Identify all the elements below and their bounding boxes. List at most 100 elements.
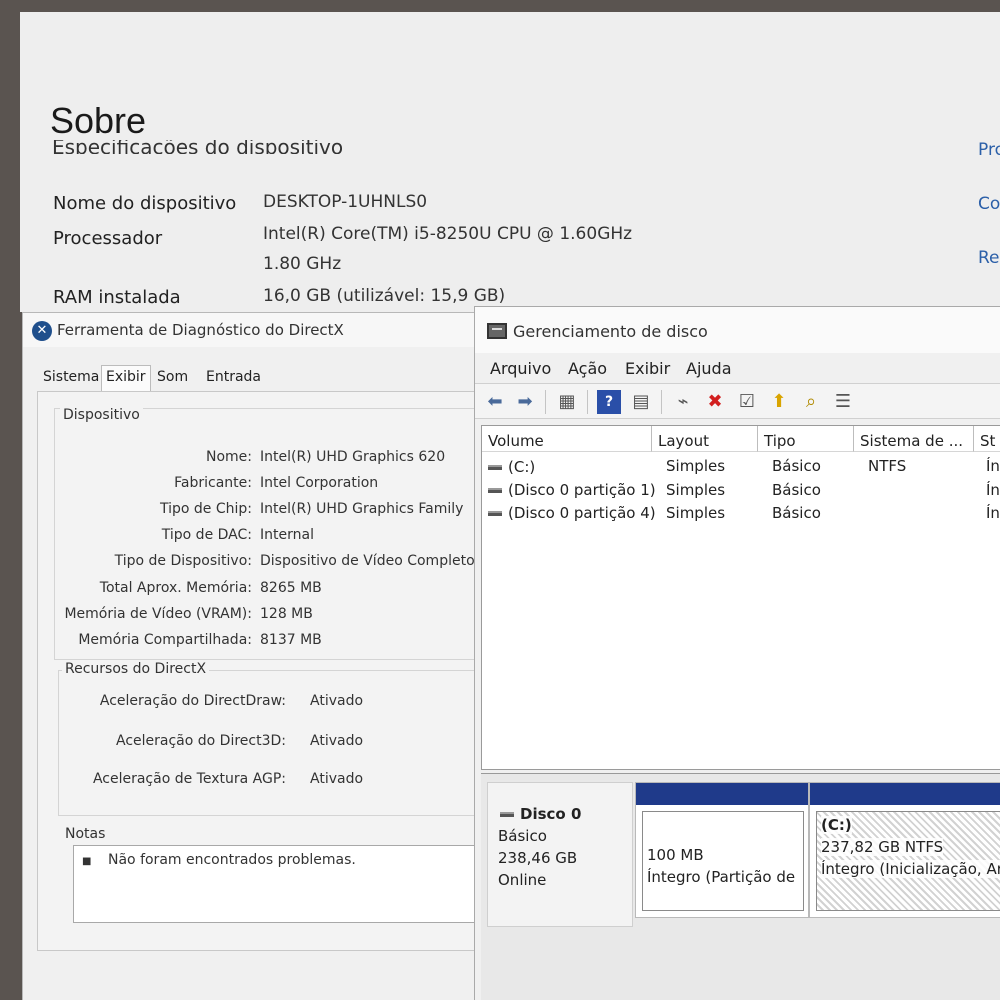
- total-memory-val: 8265 MB: [260, 580, 322, 596]
- disk-mgmt-window-title: Gerenciamento de disco: [513, 322, 708, 341]
- settings-about-window: Sobre Especificações do dispositivo Nome…: [20, 12, 1000, 312]
- row-volume-cell: (Disco 0 partição 4): [488, 504, 656, 522]
- row-tipo-cell: Básico: [772, 504, 821, 522]
- total-memory-key: Total Aprox. Memória:: [99, 580, 252, 596]
- dac-type-key: Tipo de DAC:: [161, 527, 252, 543]
- partition-body: 100 MB Íntegro (Partição de: [642, 811, 804, 911]
- disk-mgmt-toolbar: ⬅ ➡ ▦ ? ▤ ⌁ ✖ ☑ ⬆ ⌕ ☰: [475, 383, 1000, 419]
- row-tipo-cell: Básico: [772, 457, 821, 475]
- direct3d-accel-key: Aceleração do Direct3D:: [116, 733, 286, 749]
- column-header-status[interactable]: St: [974, 426, 1000, 452]
- partition-label: (C:): [821, 816, 852, 834]
- right-link-1[interactable]: Pro: [978, 140, 1000, 160]
- section-heading-device-specs: Especificações do dispositivo: [52, 140, 344, 154]
- column-header-volume[interactable]: Volume: [482, 426, 652, 452]
- notes-box[interactable]: ■ Não foram encontrados problemas.: [73, 845, 493, 923]
- partition-status: Íntegro (Inicialização, Arq: [821, 860, 1000, 878]
- right-link-2[interactable]: Co: [978, 194, 1000, 214]
- delete-icon[interactable]: ✖: [703, 390, 727, 414]
- partition-c[interactable]: (C:) 237,82 GB NTFS Íntegro (Inicializaç…: [809, 782, 1000, 918]
- menu-acao[interactable]: Ação: [568, 359, 607, 378]
- disk-mgmt-titlebar[interactable]: Gerenciamento de disco: [475, 307, 1000, 353]
- right-link-3[interactable]: Re: [978, 248, 1000, 268]
- volume-name: (C:): [508, 458, 536, 476]
- shared-memory-val: 8137 MB: [260, 632, 322, 648]
- manufacturer-val: Intel Corporation: [260, 475, 379, 491]
- disk-name-text: Disco 0: [520, 805, 582, 823]
- disk-state: Online: [498, 871, 547, 889]
- row-status-cell: Ín: [986, 481, 1000, 499]
- dac-type-val: Internal: [260, 527, 314, 543]
- processor-label: Processador: [53, 228, 163, 249]
- partition-body: (C:) 237,82 GB NTFS Íntegro (Inicializaç…: [816, 811, 1000, 911]
- disk-graphical-pane: Disco 0 Básico 238,46 GB Online 100 MB Í…: [481, 773, 1000, 1000]
- disk-name: Disco 0: [500, 805, 581, 823]
- disk-0-info[interactable]: Disco 0 Básico 238,46 GB Online: [487, 782, 633, 927]
- toolbar-separator: [587, 390, 588, 414]
- tab-sistema[interactable]: Sistema: [43, 369, 99, 385]
- drive-icon: [488, 488, 502, 493]
- vram-key: Memória de Vídeo (VRAM):: [64, 606, 252, 622]
- column-header-filesystem[interactable]: Sistema de ...: [854, 426, 974, 452]
- device-group-label: Dispositivo: [60, 407, 143, 423]
- directx-titlebar[interactable]: ✕ Ferramenta de Diagnóstico do DirectX: [23, 313, 489, 347]
- row-layout-cell: Simples: [666, 457, 726, 475]
- column-header-layout[interactable]: Layout: [652, 426, 758, 452]
- check-icon[interactable]: ☑: [735, 390, 759, 414]
- tab-som[interactable]: Som: [157, 369, 188, 385]
- volume-name: (Disco 0 partição 4): [508, 504, 656, 522]
- disk-size: 238,46 GB: [498, 849, 578, 867]
- manufacturer-key: Fabricante:: [174, 475, 252, 491]
- device-type-val: Dispositivo de Vídeo Completo: [260, 553, 475, 569]
- drive-icon: [488, 465, 502, 470]
- row-layout-cell: Simples: [666, 504, 726, 522]
- disk-mgmt-app-icon: [487, 323, 507, 339]
- search-icon[interactable]: ⌕: [799, 390, 823, 414]
- disk-type: Básico: [498, 827, 547, 845]
- row-status-cell: Ín: [986, 504, 1000, 522]
- row-layout-cell: Simples: [666, 481, 726, 499]
- partition-system[interactable]: 100 MB Íntegro (Partição de: [635, 782, 809, 918]
- properties-grid-icon[interactable]: ▦: [555, 390, 579, 414]
- back-arrow-icon[interactable]: ⬅: [483, 390, 507, 414]
- toolbar-separator: [545, 390, 546, 414]
- column-header-tipo[interactable]: Tipo: [758, 426, 854, 452]
- volume-list: Volume Layout Tipo Sistema de ... St (C:…: [481, 425, 1000, 770]
- upload-folder-icon[interactable]: ⬆: [767, 390, 791, 414]
- forward-arrow-icon[interactable]: ➡: [513, 390, 537, 414]
- disk-icon: [500, 812, 514, 817]
- tab-exibir[interactable]: Exibir: [101, 365, 151, 391]
- shared-memory-key: Memória Compartilhada:: [78, 632, 252, 648]
- partition-bar: [810, 783, 1000, 805]
- device-name-label: Nome do dispositivo: [53, 193, 237, 214]
- notes-label: Notas: [65, 826, 106, 842]
- row-status-cell: Ín: [986, 457, 1000, 475]
- volume-name: (Disco 0 partição 1): [508, 481, 656, 499]
- directx-window-title: Ferramenta de Diagnóstico do DirectX: [57, 321, 344, 339]
- view-panel-icon[interactable]: ▤: [629, 390, 653, 414]
- processor-value: Intel(R) Core(TM) i5-8250U CPU @ 1.60GHz: [263, 224, 633, 244]
- partition-size: 237,82 GB NTFS: [821, 838, 944, 856]
- directx-features-group-label: Recursos do DirectX: [62, 661, 210, 677]
- connect-drive-icon[interactable]: ⌁: [671, 390, 695, 414]
- device-name-key: Nome:: [205, 449, 252, 465]
- device-name-val: Intel(R) UHD Graphics 620: [260, 449, 446, 465]
- row-volume-cell: (C:): [488, 458, 535, 476]
- device-type-key: Tipo de Dispositivo:: [114, 553, 252, 569]
- menu-ajuda[interactable]: Ajuda: [686, 359, 732, 378]
- directx-diagnostic-window: ✕ Ferramenta de Diagnóstico do DirectX S…: [22, 312, 498, 1000]
- help-icon[interactable]: ?: [597, 390, 621, 414]
- notes-text: Não foram encontrados problemas.: [108, 852, 356, 868]
- menu-exibir[interactable]: Exibir: [625, 359, 670, 378]
- directdraw-accel-key: Aceleração do DirectDraw:: [99, 693, 286, 709]
- tab-entrada[interactable]: Entrada: [206, 369, 261, 385]
- device-name-value: DESKTOP-1UHNLS0: [263, 192, 428, 212]
- chip-type-val: Intel(R) UHD Graphics Family: [260, 501, 464, 517]
- ram-label: RAM instalada: [53, 287, 181, 308]
- list-view-icon[interactable]: ☰: [831, 390, 855, 414]
- menu-arquivo[interactable]: Arquivo: [490, 359, 551, 378]
- drive-icon: [488, 511, 502, 516]
- page-title: Sobre: [50, 100, 147, 141]
- row-tipo-cell: Básico: [772, 481, 821, 499]
- agp-texture-accel-val: Ativado: [310, 771, 364, 787]
